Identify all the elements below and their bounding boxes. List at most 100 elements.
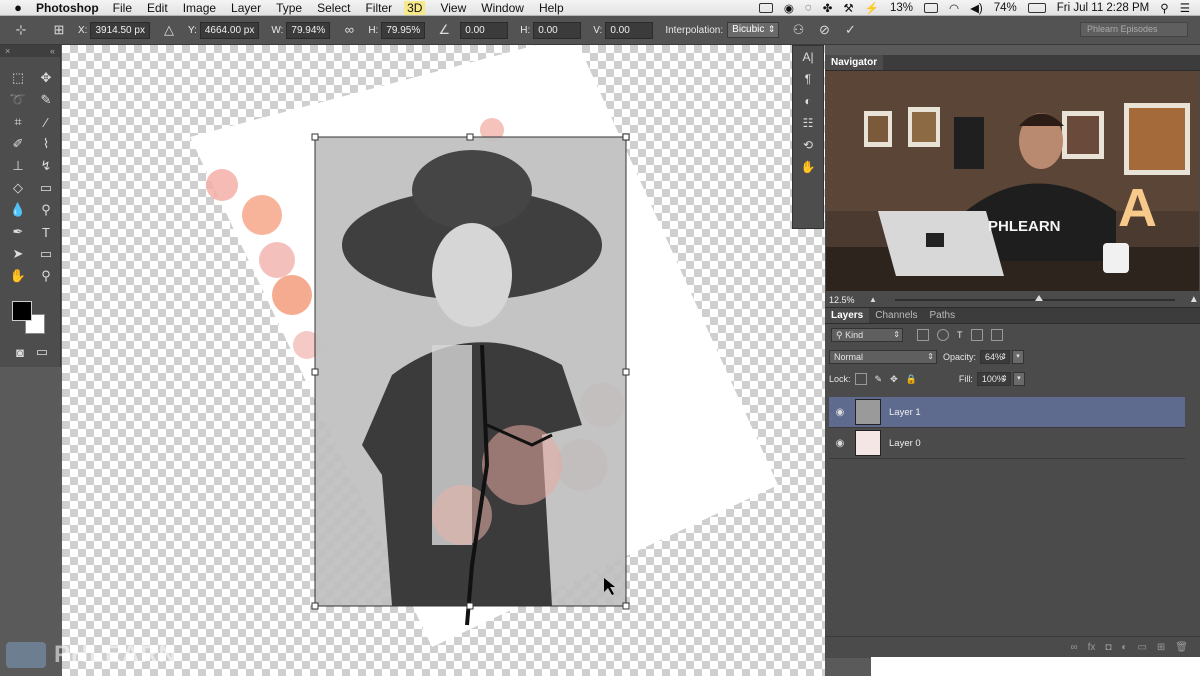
adjustment-filter-icon[interactable] — [937, 329, 949, 341]
menu-3d[interactable]: 3D — [404, 0, 426, 15]
volume-icon[interactable]: ◀) — [970, 1, 983, 15]
close-icon[interactable]: × — [5, 45, 10, 57]
quick-mask-icon[interactable]: ◙ — [10, 343, 30, 361]
eraser-tool-icon[interactable]: ◇ — [8, 179, 28, 197]
blend-mode-select[interactable]: Normal — [829, 350, 937, 364]
script-icon[interactable]: ⚒ — [843, 1, 853, 15]
properties-panel-icon[interactable]: ☷ — [793, 112, 823, 134]
angle-field[interactable]: 0.00 — [460, 21, 509, 39]
pixel-filter-icon[interactable] — [917, 329, 929, 341]
move-tool-icon[interactable]: ✥ — [36, 69, 56, 87]
zoom-in-icon[interactable]: ▲ — [1189, 294, 1199, 305]
reference-point-icon[interactable]: ⊞ — [52, 23, 66, 37]
link-icon[interactable]: ∞ — [342, 23, 356, 37]
opacity-field[interactable]: 64% — [980, 350, 1011, 364]
kind-filter-select[interactable]: ⚲ Kind — [831, 328, 903, 342]
layer-name[interactable]: Layer 0 — [889, 438, 921, 449]
menu-file[interactable]: File — [113, 1, 132, 15]
eye-icon[interactable]: ◉ — [784, 1, 794, 15]
crop-tool-icon[interactable]: ⌗ — [8, 113, 28, 131]
battery-cc-icon[interactable]: ⚡ — [865, 1, 879, 15]
sync-icon[interactable]: ◌ — [805, 2, 812, 14]
battery-icon[interactable] — [1027, 2, 1046, 13]
visibility-eye-icon[interactable]: ◉ — [831, 438, 849, 449]
lock-transparency-icon[interactable] — [854, 373, 867, 385]
y-field[interactable]: 4664.00 px — [199, 21, 260, 39]
layer-row-layer-0[interactable]: ◉ Layer 0 — [829, 428, 1185, 459]
hand-tool-icon[interactable]: ✋ — [8, 267, 28, 285]
healing-tool-icon[interactable]: ✐ — [8, 135, 28, 153]
gradient-tool-icon[interactable]: ▭ — [36, 179, 56, 197]
clock[interactable]: Fri Jul 11 2:28 PM — [1057, 2, 1149, 14]
new-layer-icon[interactable]: ⊞ — [1157, 642, 1165, 653]
layer-style-icon[interactable]: fx — [1088, 642, 1096, 653]
hskew-field[interactable]: 0.00 — [533, 21, 582, 39]
lock-position-icon[interactable]: ✥ — [890, 374, 898, 385]
menu-layer[interactable]: Layer — [231, 1, 261, 15]
menu-window[interactable]: Window — [481, 1, 524, 15]
adjustments-panel-icon[interactable]: ◐ — [793, 90, 823, 112]
camera-icon[interactable] — [758, 2, 773, 13]
commit-transform-icon[interactable]: ✓ — [843, 23, 857, 37]
vskew-field[interactable]: 0.00 — [605, 21, 654, 39]
collapse-icon[interactable]: « — [50, 45, 55, 57]
smart-object-filter-icon[interactable] — [990, 329, 1003, 341]
brush-tool-icon[interactable]: ⌇ — [36, 135, 56, 153]
tab-paths[interactable]: Paths — [924, 308, 962, 323]
trash-icon[interactable]: 🗑 — [1175, 642, 1188, 653]
blur-tool-icon[interactable]: 💧 — [8, 201, 28, 219]
tab-channels[interactable]: Channels — [869, 308, 923, 323]
fill-dropdown-icon[interactable]: ▾ — [1012, 372, 1025, 386]
zoom-out-icon[interactable]: ▲ — [869, 295, 877, 304]
new-adjustment-icon[interactable]: ◐ — [1121, 642, 1127, 653]
screen-mode-icon[interactable]: ▭ — [32, 343, 52, 361]
lock-pixels-icon[interactable]: ✎ — [875, 374, 883, 385]
workspace-select[interactable]: Phlearn Episodes — [1080, 22, 1188, 37]
relative-position-icon[interactable]: △ — [162, 23, 176, 37]
character-panel-icon[interactable]: A| — [793, 46, 823, 68]
spotlight-icon[interactable]: ⚲ — [1160, 1, 1168, 15]
layer-name[interactable]: Layer 1 — [889, 407, 921, 418]
navigator-preview[interactable]: A PHLEARN — [826, 71, 1199, 291]
apple-icon[interactable]: ● — [0, 0, 36, 15]
lasso-tool-icon[interactable]: ➰ — [8, 91, 28, 109]
menu-select[interactable]: Select — [317, 1, 350, 15]
add-mask-icon[interactable]: ◘ — [1105, 642, 1111, 653]
menu-type[interactable]: Type — [276, 1, 302, 15]
dropbox-icon[interactable]: ✤ — [823, 1, 833, 15]
menu-help[interactable]: Help — [539, 1, 564, 15]
history-brush-tool-icon[interactable]: ↯ — [36, 157, 56, 175]
warp-icon[interactable]: ⚇ — [791, 23, 805, 37]
h-field[interactable]: 79.95% — [381, 21, 426, 39]
type-filter-icon[interactable]: T — [957, 330, 963, 340]
menu-image[interactable]: Image — [183, 1, 216, 15]
w-field[interactable]: 79.94% — [286, 21, 331, 39]
tab-layers[interactable]: Layers — [825, 308, 870, 323]
tool-presets-icon[interactable]: ✋ — [793, 156, 823, 178]
menu-view[interactable]: View — [440, 1, 466, 15]
lock-all-icon[interactable]: 🔒 — [906, 374, 917, 385]
menu-edit[interactable]: Edit — [147, 1, 168, 15]
clone-stamp-tool-icon[interactable]: ⊥ — [8, 157, 28, 175]
history-panel-icon[interactable]: ⟲ — [793, 134, 823, 156]
navigator-zoom-field[interactable]: 12.5% — [829, 295, 869, 305]
menu-filter[interactable]: Filter — [365, 1, 392, 15]
navigator-zoom-slider[interactable] — [894, 294, 1175, 301]
paragraph-panel-icon[interactable]: ¶ — [793, 68, 823, 90]
layer-row-layer-1[interactable]: ◉ Layer 1 — [829, 397, 1185, 428]
pen-tool-icon[interactable]: ✒ — [8, 223, 28, 241]
x-field[interactable]: 3914.50 px — [90, 21, 150, 39]
dodge-tool-icon[interactable]: ⚲ — [36, 201, 56, 219]
path-select-tool-icon[interactable]: ➤ — [8, 245, 28, 263]
cancel-transform-icon[interactable]: ⊘ — [817, 23, 831, 37]
tab-navigator[interactable]: Navigator — [825, 55, 884, 70]
wifi-icon[interactable]: ◠ — [949, 1, 959, 15]
marquee-tool-icon[interactable]: ⬚ — [8, 69, 28, 87]
notification-icon[interactable]: ☰ — [1180, 1, 1190, 15]
airplay-icon[interactable] — [924, 2, 939, 13]
zoom-slider-knob[interactable] — [1034, 294, 1043, 301]
document-canvas[interactable] — [62, 45, 825, 676]
quick-select-tool-icon[interactable]: ✎ — [36, 91, 56, 109]
fill-field[interactable]: 100% — [976, 372, 1011, 386]
shape-tool-icon[interactable]: ▭ — [36, 245, 56, 263]
